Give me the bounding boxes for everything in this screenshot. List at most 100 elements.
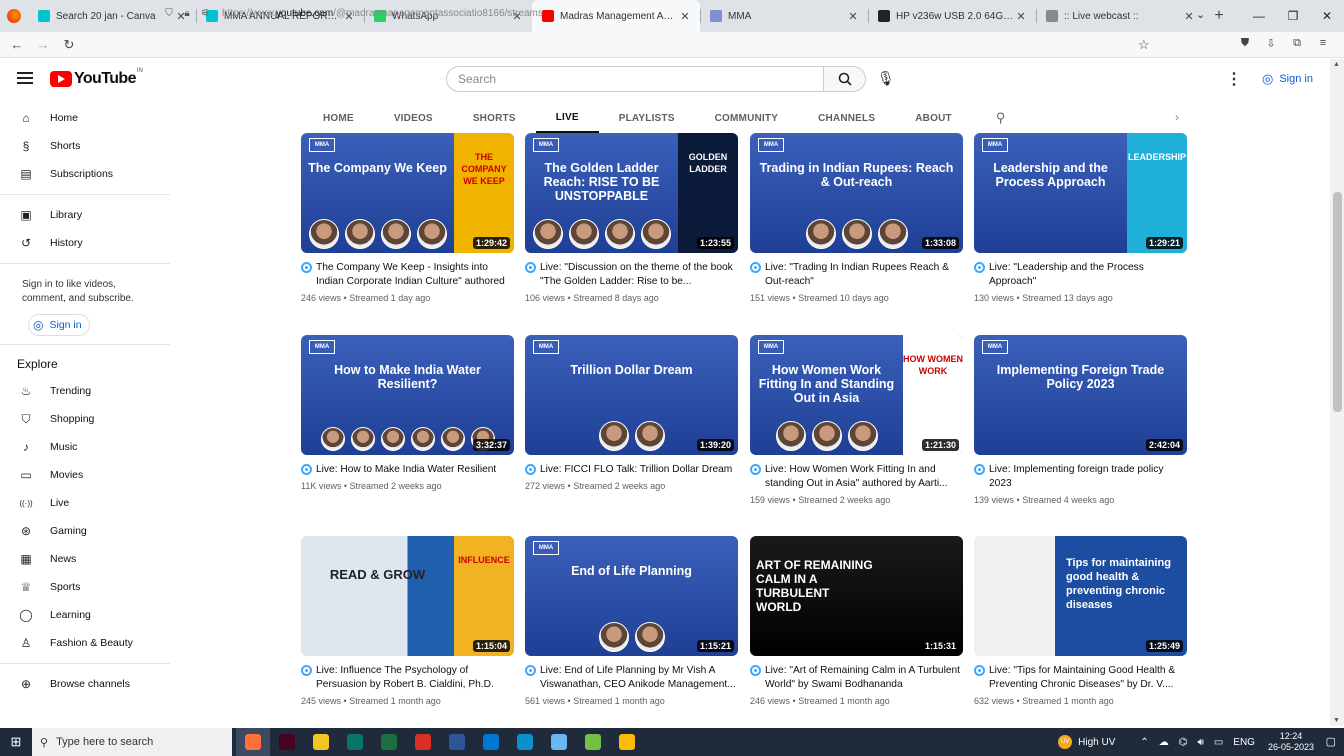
video-thumbnail[interactable]: MMA GOLDEN LADDER The Golden Ladder Reach:…: [525, 133, 738, 253]
back-icon[interactable]: ←: [4, 37, 30, 52]
video-thumbnail[interactable]: MMA LEADERSHIP Leadership and the Process …: [974, 133, 1187, 253]
cloud-icon[interactable]: ☁: [1159, 737, 1169, 748]
video-thumbnail[interactable]: MMA Trading in Indian Rupees: Reach & Out…: [750, 133, 963, 253]
sidebar-item-shopping[interactable]: ⛉ Shopping: [0, 405, 180, 433]
taskbar-app-chrome[interactable]: [610, 728, 644, 756]
taskbar-app-torrent[interactable]: [576, 728, 610, 756]
video-card[interactable]: MMA Trading in Indian Rupees: Reach & Out…: [750, 133, 963, 303]
tab-videos[interactable]: VIDEOS: [374, 103, 453, 133]
sidebar-item-news[interactable]: ▦ News: [0, 545, 180, 573]
tab-shorts[interactable]: SHORTS: [453, 103, 536, 133]
tabs-next-chevron-icon[interactable]: ›: [1175, 110, 1179, 124]
url-field[interactable]: ⛉ 🔒︎ ⚟ https://www.youtube.com/@madrasma…: [160, 4, 1160, 22]
close-window-button[interactable]: ✕: [1310, 0, 1344, 32]
video-card[interactable]: MMA Implementing Foreign Trade Policy 202…: [974, 335, 1187, 505]
video-card[interactable]: MMA HOW WOMEN WORK How Women Work Fitting …: [750, 335, 963, 505]
video-title[interactable]: Live: "Tips for Maintaining Good Health …: [989, 664, 1187, 692]
sidebar-item-fashion-beauty[interactable]: ♙ Fashion & Beauty: [0, 629, 180, 657]
video-title[interactable]: Live: "Trading In Indian Rupees Reach & …: [765, 261, 963, 289]
clock[interactable]: 12:24 26-05-2023: [1268, 731, 1314, 753]
video-title[interactable]: The Company We Keep - Insights into Indi…: [316, 261, 514, 289]
tracking-shield-icon[interactable]: ⛉: [160, 8, 178, 19]
video-title[interactable]: Live: Influence The Psychology of Persua…: [316, 664, 514, 692]
sidebar-item-browse-channels[interactable]: ⊕ Browse channels: [0, 670, 180, 698]
video-thumbnail[interactable]: MMA THE COMPANY WE KEEP The Company We Kee…: [301, 133, 514, 253]
sidebar-item-trending[interactable]: ♨ Trending: [0, 377, 180, 405]
page-scrollbar[interactable]: ▲ ▼: [1330, 59, 1344, 726]
taskbar-app-firefox[interactable]: [236, 728, 270, 756]
video-card[interactable]: MMA How to Make India Water Resilient? 3:3…: [301, 335, 514, 491]
sidebar-item-history[interactable]: ↺ History: [0, 229, 180, 257]
video-thumbnail[interactable]: MMA End of Life Planning 1:15:21: [525, 536, 738, 656]
taskbar-app-excel[interactable]: [372, 728, 406, 756]
tab-channels[interactable]: CHANNELS: [798, 103, 895, 133]
notification-icon[interactable]: ▢: [1326, 735, 1336, 748]
video-card[interactable]: MMA THE COMPANY WE KEEP The Company We Kee…: [301, 133, 514, 303]
bookmark-star-icon[interactable]: ☆: [1138, 37, 1150, 53]
video-card[interactable]: Tips for maintaining good health & preve…: [974, 536, 1187, 706]
settings-menu-icon[interactable]: ⋮: [1226, 69, 1242, 89]
sidebar-sign-in-button[interactable]: ◎ Sign in: [28, 314, 90, 336]
video-thumbnail[interactable]: MMA How to Make India Water Resilient? 3:3…: [301, 335, 514, 455]
battery-icon[interactable]: ▭: [1214, 737, 1223, 748]
taskbar-app-file-explorer[interactable]: [304, 728, 338, 756]
weather-widget[interactable]: UV High UV: [1058, 735, 1115, 749]
taskbar-app-indesign[interactable]: [270, 728, 304, 756]
browser-logo-icon[interactable]: [0, 0, 28, 32]
app-menu-icon[interactable]: ≡: [1310, 37, 1336, 50]
minimize-button[interactable]: —: [1242, 0, 1276, 32]
volume-icon[interactable]: 🔊︎: [1198, 737, 1204, 748]
sidebar-item-learning[interactable]: ◯ Learning: [0, 601, 180, 629]
video-thumbnail[interactable]: MMA Implementing Foreign Trade Policy 202…: [974, 335, 1187, 455]
video-title[interactable]: Live: End of Life Planning by Mr Vish A …: [540, 664, 738, 692]
tab-about[interactable]: ABOUT: [895, 103, 972, 133]
video-thumbnail[interactable]: Tips for maintaining good health & preve…: [974, 536, 1187, 656]
forward-icon[interactable]: →: [30, 37, 56, 52]
tab-home[interactable]: HOME: [303, 103, 374, 133]
video-card[interactable]: MMA GOLDEN LADDER The Golden Ladder Reach:…: [525, 133, 738, 303]
reload-icon[interactable]: ↻: [56, 37, 82, 53]
show-hidden-icons-icon[interactable]: ⌃: [1140, 737, 1148, 748]
channel-search-icon[interactable]: ⚲: [996, 110, 1006, 126]
video-card[interactable]: MMA LEADERSHIP Leadership and the Process …: [974, 133, 1187, 303]
downloads-icon[interactable]: ⇩: [1258, 37, 1284, 50]
video-thumbnail[interactable]: ART OF REMAINING CALM IN A TURBULENT WOR…: [750, 536, 963, 656]
taskbar-search-input[interactable]: ⚲ Type here to search: [32, 728, 232, 756]
youtube-logo[interactable]: YouTube IN: [50, 68, 143, 88]
sidebar-item-music[interactable]: ♪ Music: [0, 433, 180, 461]
sidebar-item-movies[interactable]: ▭ Movies: [0, 461, 180, 489]
tab-live[interactable]: LIVE: [535, 103, 599, 133]
taskbar-app-outlook[interactable]: [474, 728, 508, 756]
guide-menu-icon[interactable]: [17, 72, 33, 84]
sidebar-item-gaming[interactable]: ⊛ Gaming: [0, 517, 180, 545]
video-title[interactable]: Live: Implementing foreign trade policy …: [989, 463, 1187, 491]
video-card[interactable]: INFLUENCE READ & GROW 1:15:04 Live: Influen…: [301, 536, 514, 706]
sign-in-button[interactable]: ◎ Sign in: [1256, 67, 1319, 91]
video-title[interactable]: Live: How Women Work Fitting In and stan…: [765, 463, 963, 491]
taskbar-app-pdf-reader[interactable]: [406, 728, 440, 756]
sidebar-item-home[interactable]: ⌂ Home: [0, 104, 180, 132]
video-title[interactable]: Live: How to Make India Water Resilient: [316, 463, 496, 477]
restore-button[interactable]: ❐: [1276, 0, 1310, 32]
video-card[interactable]: MMA Trillion Dollar Dream 1:39:20 Live: FIC…: [525, 335, 738, 491]
video-title[interactable]: Live: "Art of Remaining Calm in A Turbul…: [765, 664, 963, 692]
search-button[interactable]: [824, 66, 866, 92]
video-card[interactable]: MMA End of Life Planning 1:15:21 Live: End …: [525, 536, 738, 706]
search-input[interactable]: Search: [446, 66, 824, 92]
video-card[interactable]: ART OF REMAINING CALM IN A TURBULENT WOR…: [750, 536, 963, 706]
video-thumbnail[interactable]: MMA HOW WOMEN WORK How Women Work Fitting …: [750, 335, 963, 455]
video-title[interactable]: Live: FICCI FLO Talk: Trillion Dollar Dr…: [540, 463, 732, 477]
windows-start-icon[interactable]: ⊞: [0, 734, 32, 750]
close-tab-icon[interactable]: ✕: [1182, 10, 1196, 23]
scroll-up-icon[interactable]: ▲: [1333, 61, 1340, 68]
video-thumbnail[interactable]: INFLUENCE READ & GROW 1:15:04: [301, 536, 514, 656]
tab-community[interactable]: COMMUNITY: [695, 103, 798, 133]
new-tab-button[interactable]: +: [1204, 7, 1234, 25]
sidebar-item-subscriptions[interactable]: ▤ Subscriptions: [0, 160, 180, 188]
video-title[interactable]: Live: "Discussion on the theme of the bo…: [540, 261, 738, 289]
microphone-icon[interactable]: 🎙︎: [877, 70, 895, 87]
video-thumbnail[interactable]: MMA Trillion Dollar Dream 1:39:20: [525, 335, 738, 455]
sidebar-item-sports[interactable]: ♕ Sports: [0, 573, 180, 601]
language-indicator[interactable]: ENG: [1233, 737, 1255, 748]
lock-icon[interactable]: 🔒︎: [178, 8, 196, 19]
